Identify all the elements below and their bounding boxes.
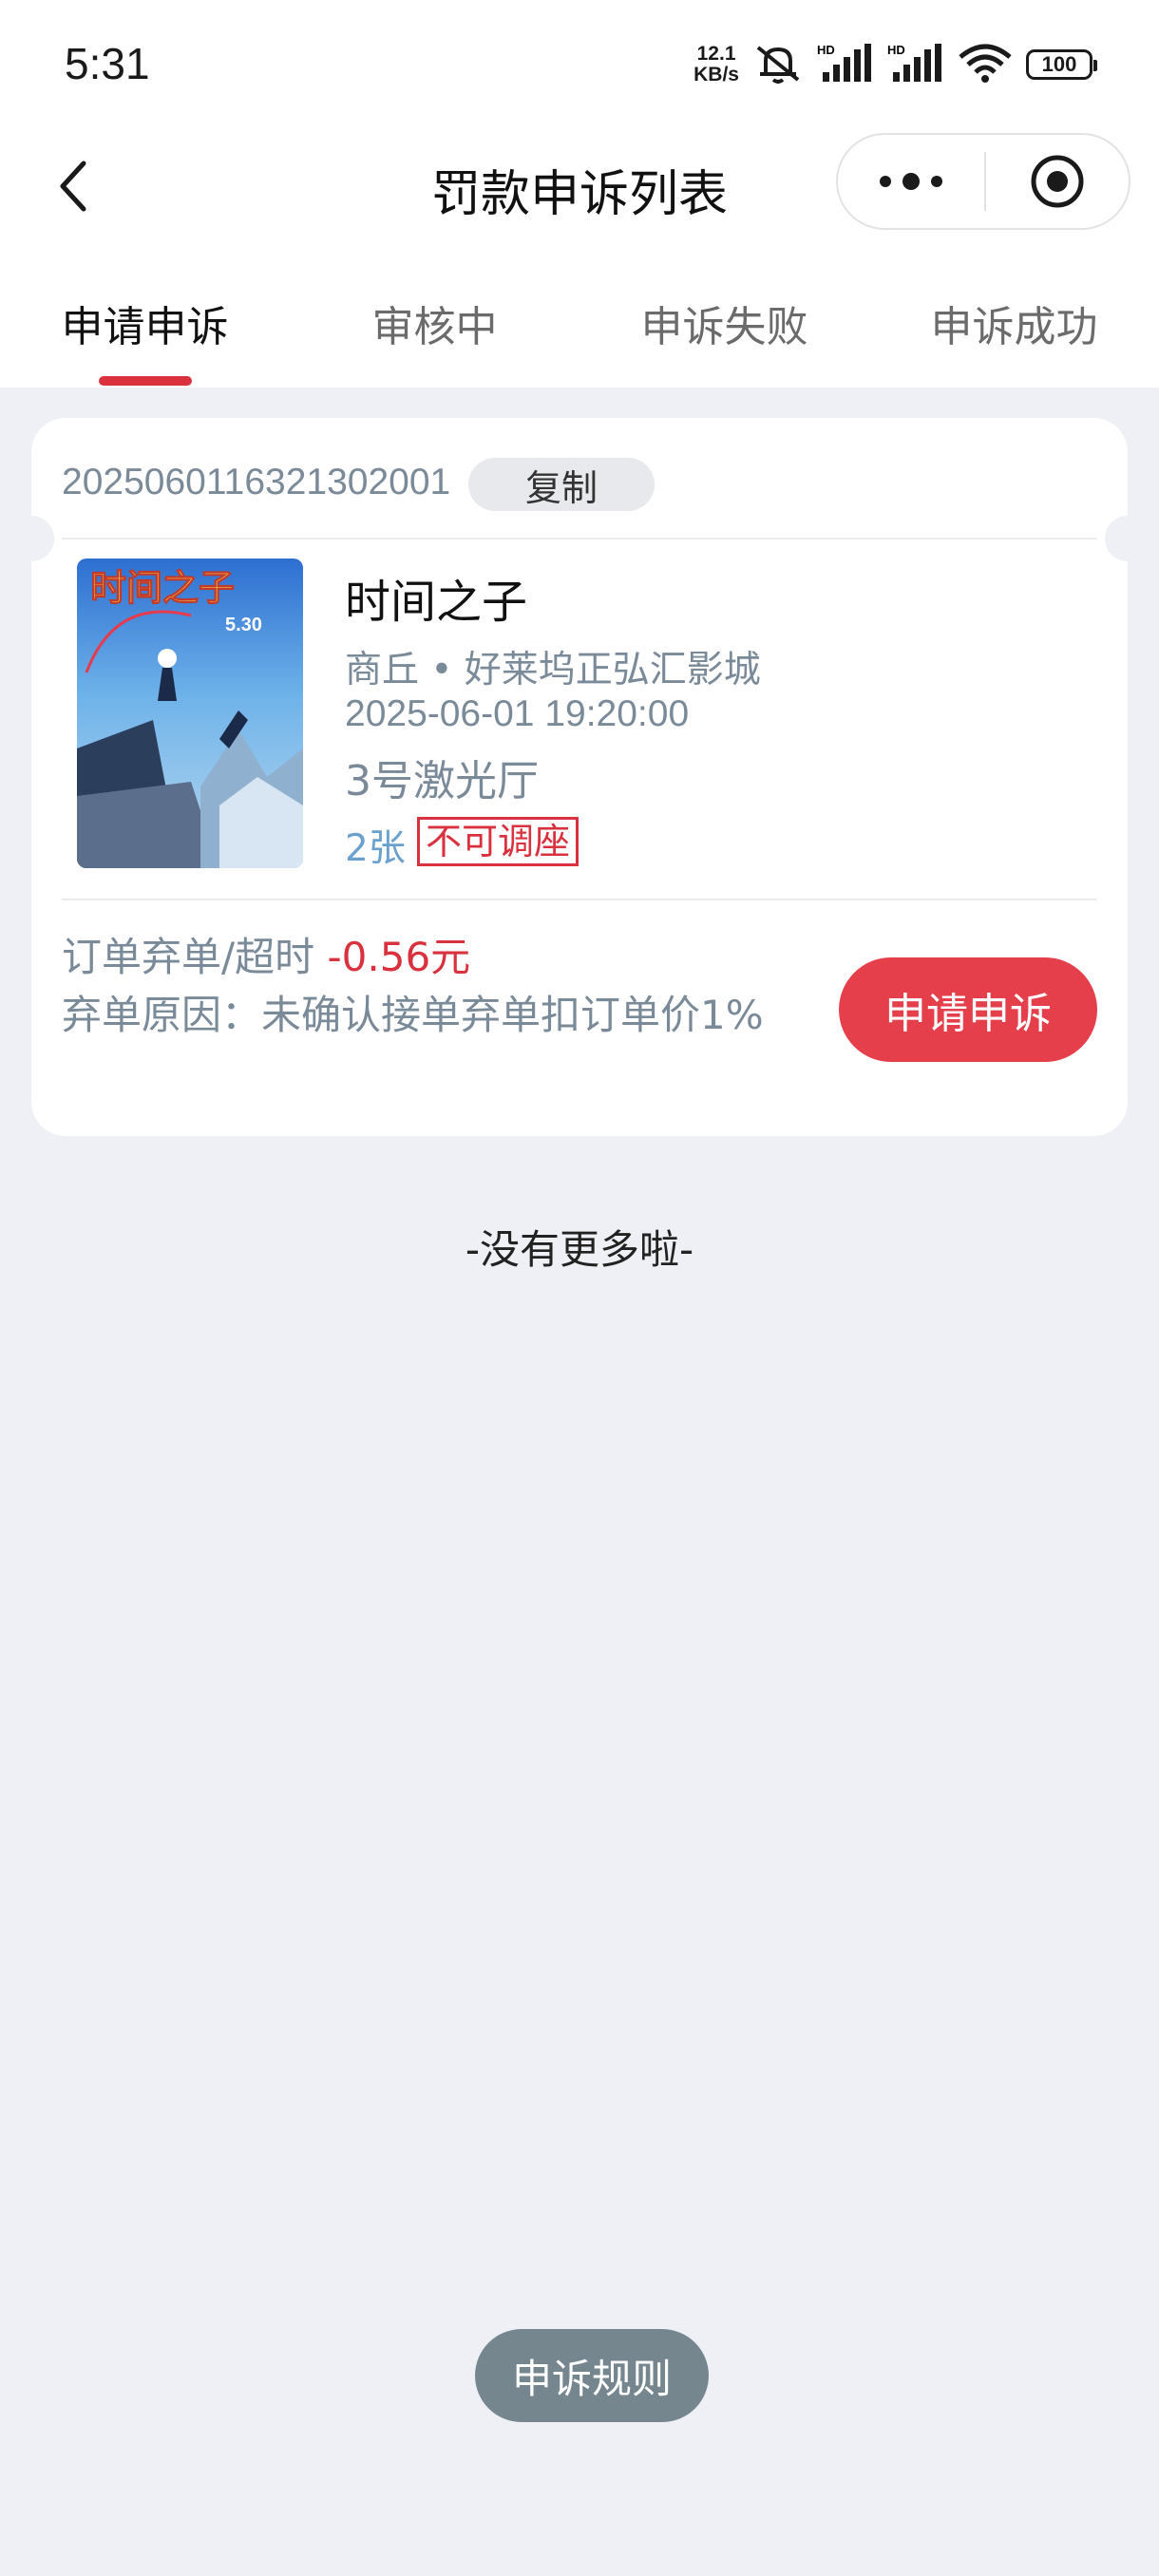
tab-bar: 申请申诉 审核中 申诉失败 申诉成功 (0, 249, 1159, 388)
target-circle-icon (1031, 155, 1084, 208)
ticket-notch-left (9, 516, 54, 561)
tab-appeal-succeeded[interactable]: 申诉成功 (869, 293, 1159, 353)
svg-text:HD: HD (817, 43, 835, 57)
order-number: 2025060116321302001 (62, 462, 451, 502)
svg-text:HD: HD (887, 43, 905, 57)
status-time: 5:31 (65, 39, 150, 88)
no-more-text: -没有更多啦- (465, 1226, 694, 1273)
movie-poster: 时间之子 5.30 (77, 559, 303, 868)
poster-title: 时间之子 (90, 567, 235, 609)
penalty-label: 订单弃单/超时 (62, 934, 315, 980)
close-mini-program-button[interactable] (986, 135, 1129, 228)
more-dots-icon (880, 173, 942, 190)
nav-bar: 罚款申诉列表 (0, 133, 1159, 249)
battery-icon: 100 (1026, 49, 1097, 80)
poster-date: 5.30 (225, 615, 262, 635)
signal-hd-icon: HD (817, 42, 874, 87)
network-speed-value: 12.1 (696, 43, 736, 65)
appeal-rules-button[interactable]: 申诉规则 (475, 2329, 709, 2422)
copy-button[interactable]: 复制 (468, 458, 655, 511)
mini-program-capsule (836, 133, 1130, 230)
penalty-row: 订单弃单/超时 -0.56元 (62, 925, 470, 983)
signal-hd-2-icon: HD (887, 42, 944, 87)
network-speed: 12.1 KB/s (694, 44, 739, 85)
status-icons: 12.1 KB/s HD HD 100 (694, 42, 1097, 87)
tab-under-review[interactable]: 审核中 (290, 293, 580, 353)
wifi-icon (958, 42, 1013, 87)
status-bar: 5:31 12.1 KB/s HD HD 100 (0, 0, 1159, 133)
cinema-name: 商丘 • 好莱坞正弘汇影城 (345, 649, 761, 691)
showtime: 2025-06-01 19:20:00 (345, 693, 690, 734)
ticket-notch-right (1105, 516, 1150, 561)
divider (62, 538, 1097, 540)
movie-title: 时间之子 (345, 576, 528, 629)
penalty-amount: -0.56元 (327, 934, 471, 980)
tab-apply-appeal[interactable]: 申请申诉 (0, 293, 290, 353)
more-button[interactable] (838, 135, 984, 228)
order-card: 2025060116321302001 复制 时间之子 5.30 时间之子 商丘… (9, 418, 1150, 1136)
abandon-reason: 弃单原因：未确认接单弃单扣订单价1% (62, 992, 764, 1038)
tab-appeal-failed[interactable]: 申诉失败 (580, 293, 869, 353)
divider (62, 899, 1097, 900)
seat-adjust-badge: 不可调座 (417, 817, 580, 866)
active-tab-indicator (99, 376, 192, 386)
apply-appeal-button[interactable]: 申请申诉 (839, 957, 1097, 1062)
mute-bell-icon (752, 42, 804, 87)
hall-name: 3号激光厅 (345, 757, 539, 805)
network-speed-unit: KB/s (694, 64, 739, 85)
ticket-count: 2张 (345, 827, 406, 870)
